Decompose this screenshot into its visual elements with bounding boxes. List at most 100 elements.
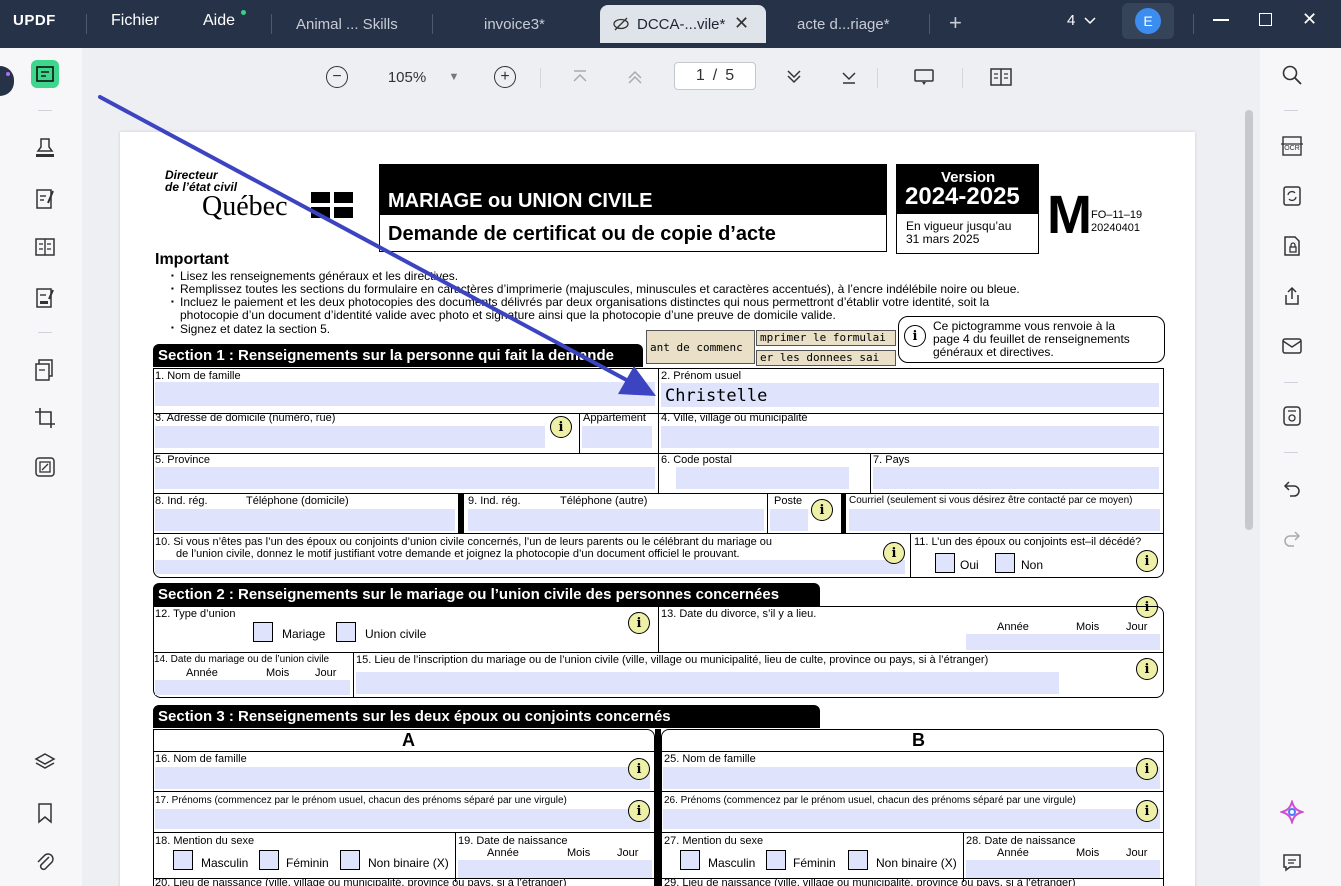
non-binaire-a-checkbox[interactable] (340, 850, 360, 870)
search-icon[interactable] (1278, 61, 1306, 89)
feminin-b-checkbox[interactable] (766, 850, 786, 870)
next-page-icon[interactable] (785, 68, 803, 86)
chevron-down-icon[interactable] (1083, 14, 1097, 28)
last-page-icon[interactable] (840, 68, 858, 86)
avatar[interactable]: E (1135, 8, 1161, 34)
province-input[interactable] (155, 467, 655, 489)
menu-fichier[interactable]: Fichier (111, 12, 159, 30)
info-icon[interactable]: i (628, 800, 650, 822)
presentation-icon[interactable] (913, 67, 935, 87)
maximize-icon[interactable] (1259, 13, 1272, 26)
courriel-input[interactable] (849, 509, 1160, 531)
oui-checkbox[interactable] (935, 553, 955, 573)
telephone-domicile-input[interactable] (155, 509, 455, 531)
toolbar: − 105% ▼ + 1 / 5 (82, 48, 1260, 106)
avant-de-commencer-button[interactable]: ant de commenc (646, 330, 755, 364)
protect-icon[interactable] (1278, 232, 1306, 260)
info-icon[interactable]: i (628, 612, 650, 634)
imprimer-formulaire-button[interactable]: mprimer le formulai (756, 330, 896, 346)
nom-famille-input[interactable] (155, 382, 655, 406)
info-icon[interactable]: i (1136, 758, 1158, 780)
compress-icon[interactable] (31, 453, 59, 481)
feminin-a-checkbox[interactable] (259, 850, 279, 870)
zoom-dropdown-icon[interactable]: ▼ (446, 66, 462, 88)
menu-aide[interactable]: Aide (203, 12, 235, 30)
ai-assistant-icon[interactable] (1278, 798, 1306, 826)
pays-input[interactable] (873, 467, 1159, 489)
adresse-input[interactable] (155, 426, 545, 448)
telephone-autre-input[interactable] (468, 509, 764, 531)
masculin-a-checkbox[interactable] (173, 850, 193, 870)
prenom-usuel-input[interactable]: Christelle (661, 383, 1159, 407)
page-input[interactable]: 1 / 5 (674, 62, 756, 90)
oui-label: Oui (960, 558, 979, 572)
prenoms-b-input[interactable] (663, 809, 1160, 829)
effacer-donnees-button[interactable]: er les donnees sai (756, 350, 896, 366)
undo-icon[interactable] (1278, 474, 1306, 502)
edit-text-icon[interactable] (31, 185, 59, 213)
info-icon[interactable]: i (1136, 550, 1158, 572)
ville-input[interactable] (661, 426, 1159, 448)
non-checkbox[interactable] (995, 553, 1015, 573)
non-binaire-b-checkbox[interactable] (848, 850, 868, 870)
previous-page-icon[interactable] (626, 68, 644, 86)
fill-sign-icon[interactable] (31, 284, 59, 312)
mariage-date-input[interactable] (155, 680, 350, 695)
share-icon[interactable] (1278, 282, 1306, 310)
info-icon[interactable]: i (1136, 800, 1158, 822)
zoom-out-icon[interactable]: − (326, 66, 348, 88)
union-civile-checkbox[interactable] (336, 622, 356, 642)
notification-dot (241, 10, 246, 15)
window-count[interactable]: 4 (1067, 12, 1075, 29)
info-icon[interactable]: i (883, 542, 905, 564)
info-icon[interactable]: i (811, 499, 833, 521)
poste-input[interactable] (770, 509, 808, 531)
crop-icon[interactable] (31, 404, 59, 432)
reader-mode-icon[interactable] (31, 60, 59, 88)
naissance-b-input[interactable] (966, 860, 1160, 878)
app-logo[interactable]: UPDF (13, 12, 56, 29)
layers-icon[interactable] (31, 748, 59, 776)
nom-famille-b-input[interactable] (663, 767, 1160, 789)
attachment-icon[interactable] (31, 848, 59, 876)
tab-dcca-active[interactable]: DCCA-...vile* ✕ (600, 5, 766, 43)
close-icon[interactable]: ✕ (734, 13, 749, 34)
form-icon[interactable] (31, 233, 59, 261)
info-icon[interactable]: i (550, 416, 572, 438)
appartement-input[interactable] (582, 426, 652, 448)
masculin-b-checkbox[interactable] (680, 850, 700, 870)
highlighter-icon[interactable] (31, 133, 59, 161)
comment-icon[interactable] (1278, 848, 1306, 876)
bookmark-icon[interactable] (31, 799, 59, 827)
new-tab-plus-icon[interactable]: + (949, 10, 962, 36)
mariage-checkbox[interactable] (253, 622, 273, 642)
nom-famille-a-input[interactable] (155, 767, 650, 789)
close-window-icon[interactable]: ✕ (1302, 9, 1317, 30)
motif-input[interactable] (155, 560, 905, 574)
lieu-inscription-input[interactable] (356, 672, 1059, 694)
prenoms-a-input[interactable] (155, 809, 650, 829)
email-icon[interactable] (1278, 332, 1306, 360)
convert-icon[interactable] (1278, 182, 1306, 210)
organize-pages-icon[interactable] (31, 356, 59, 384)
page-layout-icon[interactable] (989, 67, 1013, 87)
redo-icon[interactable] (1278, 524, 1306, 552)
first-page-icon[interactable] (571, 68, 589, 86)
info-icon[interactable]: i (628, 758, 650, 780)
tab-acte-mariage[interactable]: acte d...riage* (797, 16, 890, 33)
tab-invoice3[interactable]: invoice3* (484, 16, 545, 33)
info-icon[interactable]: i (1136, 658, 1158, 680)
divorce-date-input[interactable] (966, 634, 1160, 650)
zoom-level[interactable]: 105% (382, 66, 432, 88)
code-postal-input[interactable] (676, 467, 849, 489)
naissance-a-input[interactable] (458, 860, 652, 878)
ocr-icon[interactable]: OCR (1278, 132, 1306, 160)
zoom-in-icon[interactable]: + (494, 66, 516, 88)
avatar-container[interactable]: E (1122, 3, 1174, 39)
minimize-icon[interactable] (1213, 19, 1229, 21)
jour-label: Jour (1126, 621, 1148, 633)
save-icon[interactable] (1278, 402, 1306, 430)
scrollbar[interactable] (1245, 110, 1253, 530)
tab-animal-skills[interactable]: Animal ... Skills (296, 16, 398, 33)
mois-label: Mois (1076, 621, 1100, 633)
